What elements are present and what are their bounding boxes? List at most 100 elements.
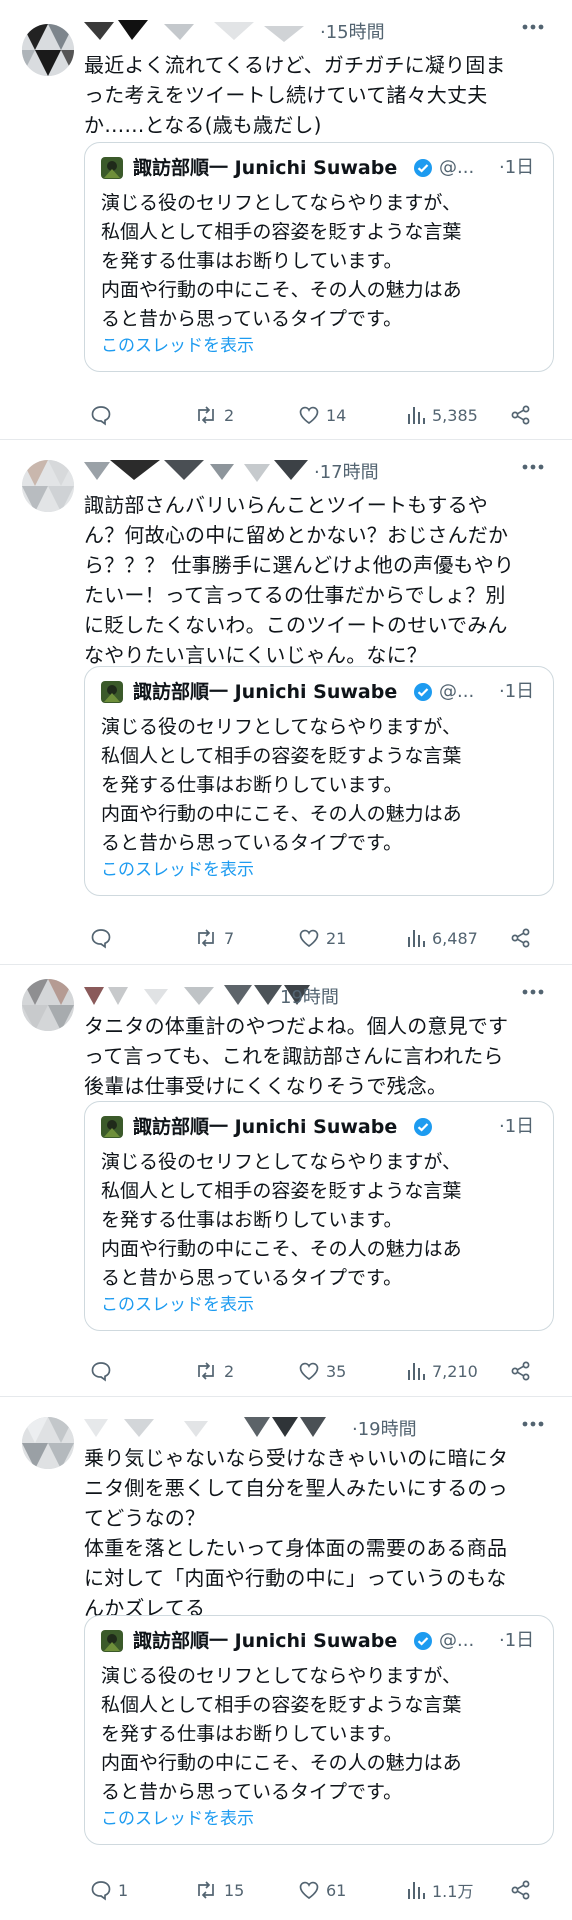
retweet-button[interactable]: 2 xyxy=(194,1356,234,1386)
retweet-count: 2 xyxy=(224,405,235,425)
like-button[interactable]: 21 xyxy=(298,923,346,953)
retweet-icon xyxy=(198,1881,214,1899)
like-count: 21 xyxy=(326,928,347,948)
avatar[interactable] xyxy=(22,979,74,1031)
quoted-avatar xyxy=(101,681,123,703)
author-name-redacted xyxy=(84,1417,344,1439)
views-count: 5,385 xyxy=(432,405,478,425)
tweet-header: ·17時間 xyxy=(84,456,552,486)
like-button[interactable]: 14 xyxy=(298,400,346,430)
quoted-time: ·1日 xyxy=(499,157,535,178)
tweet[interactable]: ·17時間 諏訪部さんバリいらんことツイートもするや ん？何故心の中に留めとかな… xyxy=(0,440,572,965)
action-bar: 2 35 7,210 xyxy=(84,1356,554,1386)
tweet[interactable]: ·19時間 乗り気じゃないなら受けなきゃいいのに暗にタ ニタ側を悪くして自分を聖… xyxy=(0,1397,572,1920)
like-count: 14 xyxy=(326,405,347,425)
show-thread-link[interactable]: このスレッドを表示 xyxy=(101,857,254,883)
tweet-text: タニタの体重計のやつだよね。個人の意見です って言っても、これを諏訪部さんに言わ… xyxy=(84,1014,509,1098)
retweet-button[interactable]: 7 xyxy=(194,923,234,953)
reply-button[interactable]: 1 xyxy=(90,1875,128,1905)
avatar[interactable] xyxy=(22,1417,74,1469)
quoted-handle: @... xyxy=(439,1630,475,1651)
action-bar: 2 14 5,385 xyxy=(84,400,554,430)
show-thread-link[interactable]: このスレッドを表示 xyxy=(101,333,254,359)
verified-icon xyxy=(414,1118,432,1136)
more-icon[interactable] xyxy=(522,464,544,470)
share-icon xyxy=(511,928,530,948)
reply-icon xyxy=(91,1362,111,1382)
reply-button[interactable] xyxy=(90,923,118,953)
share-icon xyxy=(511,1361,530,1381)
reply-button[interactable] xyxy=(90,400,118,430)
more-icon[interactable] xyxy=(522,24,544,30)
retweet-count: 2 xyxy=(224,1361,235,1381)
retweet-button[interactable]: 2 xyxy=(194,400,234,430)
quoted-time: ·1日 xyxy=(499,1630,535,1651)
quoted-tweet[interactable]: 諏訪部順一 Junichi Suwabe @... ·1日 演じる役のセリフとし… xyxy=(84,142,554,372)
quoted-author-name: 諏訪部順一 Junichi Suwabe xyxy=(133,1630,398,1652)
action-bar: 7 21 6,487 xyxy=(84,923,554,953)
share-button[interactable] xyxy=(510,1356,532,1386)
quoted-tweet[interactable]: 諏訪部順一 Junichi Suwabe @... ·1日 演じる役のセリフとし… xyxy=(84,666,554,896)
verified-icon xyxy=(414,159,432,177)
quoted-text: 演じる役のセリフとしてならやりますが、 私個人として相手の容姿を貶すような言葉 … xyxy=(101,716,462,854)
more-icon[interactable] xyxy=(522,1421,544,1427)
quoted-avatar xyxy=(101,1630,123,1652)
action-bar: 1 15 61 1.1万 xyxy=(84,1875,554,1905)
tweet[interactable]: ·15時間 最近よく流れてくるけど、ガチガチに凝り固ま った考えをツイートし続け… xyxy=(0,0,572,440)
views-button[interactable]: 5,385 xyxy=(406,400,478,430)
reply-count: 1 xyxy=(118,1880,129,1900)
share-icon xyxy=(511,405,530,425)
quoted-handle: @... xyxy=(439,157,475,178)
verified-icon xyxy=(414,1632,432,1650)
like-button[interactable]: 35 xyxy=(298,1356,346,1386)
share-icon xyxy=(511,1880,530,1900)
show-thread-link[interactable]: このスレッドを表示 xyxy=(101,1806,254,1832)
like-button[interactable]: 61 xyxy=(298,1875,346,1905)
tweet-time[interactable]: ·15時間 xyxy=(320,18,385,44)
quoted-time: ·1日 xyxy=(499,1116,535,1137)
tweet-time[interactable]: ·19時間 xyxy=(352,1415,417,1441)
quoted-tweet[interactable]: 諏訪部順一 Junichi Suwabe @... ·1日 演じる役のセリフとし… xyxy=(84,1615,554,1845)
reply-button[interactable] xyxy=(90,1356,118,1386)
views-count: 7,210 xyxy=(432,1361,478,1381)
verified-icon xyxy=(414,683,432,701)
reply-icon xyxy=(91,406,111,426)
quoted-text: 演じる役のセリフとしてならやりますが、 私個人として相手の容姿を貶すような言葉 … xyxy=(101,1665,462,1803)
reply-icon xyxy=(91,1881,111,1901)
views-icon xyxy=(408,930,425,947)
like-icon xyxy=(299,406,319,425)
tweet-feed: ·15時間 最近よく流れてくるけど、ガチガチに凝り固ま った考えをツイートし続け… xyxy=(0,0,572,1920)
author-name-redacted xyxy=(84,20,314,42)
quoted-author-name: 諏訪部順一 Junichi Suwabe xyxy=(133,157,398,179)
quoted-avatar xyxy=(101,1116,123,1138)
views-button[interactable]: 1.1万 xyxy=(406,1875,473,1905)
views-button[interactable]: 6,487 xyxy=(406,923,478,953)
retweet-button[interactable]: 15 xyxy=(194,1875,244,1905)
views-button[interactable]: 7,210 xyxy=(406,1356,478,1386)
show-thread-link[interactable]: このスレッドを表示 xyxy=(101,1292,254,1318)
share-button[interactable] xyxy=(510,400,532,430)
reply-icon xyxy=(91,929,111,949)
like-icon xyxy=(299,929,319,948)
views-count: 6,487 xyxy=(432,928,478,948)
tweet-time[interactable]: ·17時間 xyxy=(314,458,379,484)
quoted-author-name: 諏訪部順一 Junichi Suwabe xyxy=(133,681,398,703)
tweet-header: ·15時間 xyxy=(84,16,552,46)
tweet-header: 19時間 xyxy=(84,981,552,1011)
tweet[interactable]: 19時間 タニタの体重計のやつだよね。個人の意見です って言っても、これを諏訪部… xyxy=(0,965,572,1397)
views-count: 1.1万 xyxy=(432,1882,474,1901)
views-icon xyxy=(408,1882,425,1899)
quoted-tweet[interactable]: 諏訪部順一 Junichi Suwabe @... ·1日 演じる役のセリフとし… xyxy=(84,1101,554,1331)
avatar[interactable] xyxy=(22,460,74,512)
more-icon[interactable] xyxy=(522,989,544,995)
share-button[interactable] xyxy=(510,923,532,953)
retweet-icon xyxy=(198,406,214,424)
tweet-text: 最近よく流れてくるけど、ガチガチに凝り固ま った考えをツイートし続けていて諸々大… xyxy=(84,53,506,137)
share-button[interactable] xyxy=(510,1875,532,1905)
like-icon xyxy=(299,1881,319,1900)
retweet-icon xyxy=(198,1362,214,1380)
avatar[interactable] xyxy=(22,24,74,76)
tweet-time[interactable]: 19時間 xyxy=(280,983,339,1009)
like-count: 61 xyxy=(326,1880,347,1900)
retweet-icon xyxy=(198,929,214,947)
